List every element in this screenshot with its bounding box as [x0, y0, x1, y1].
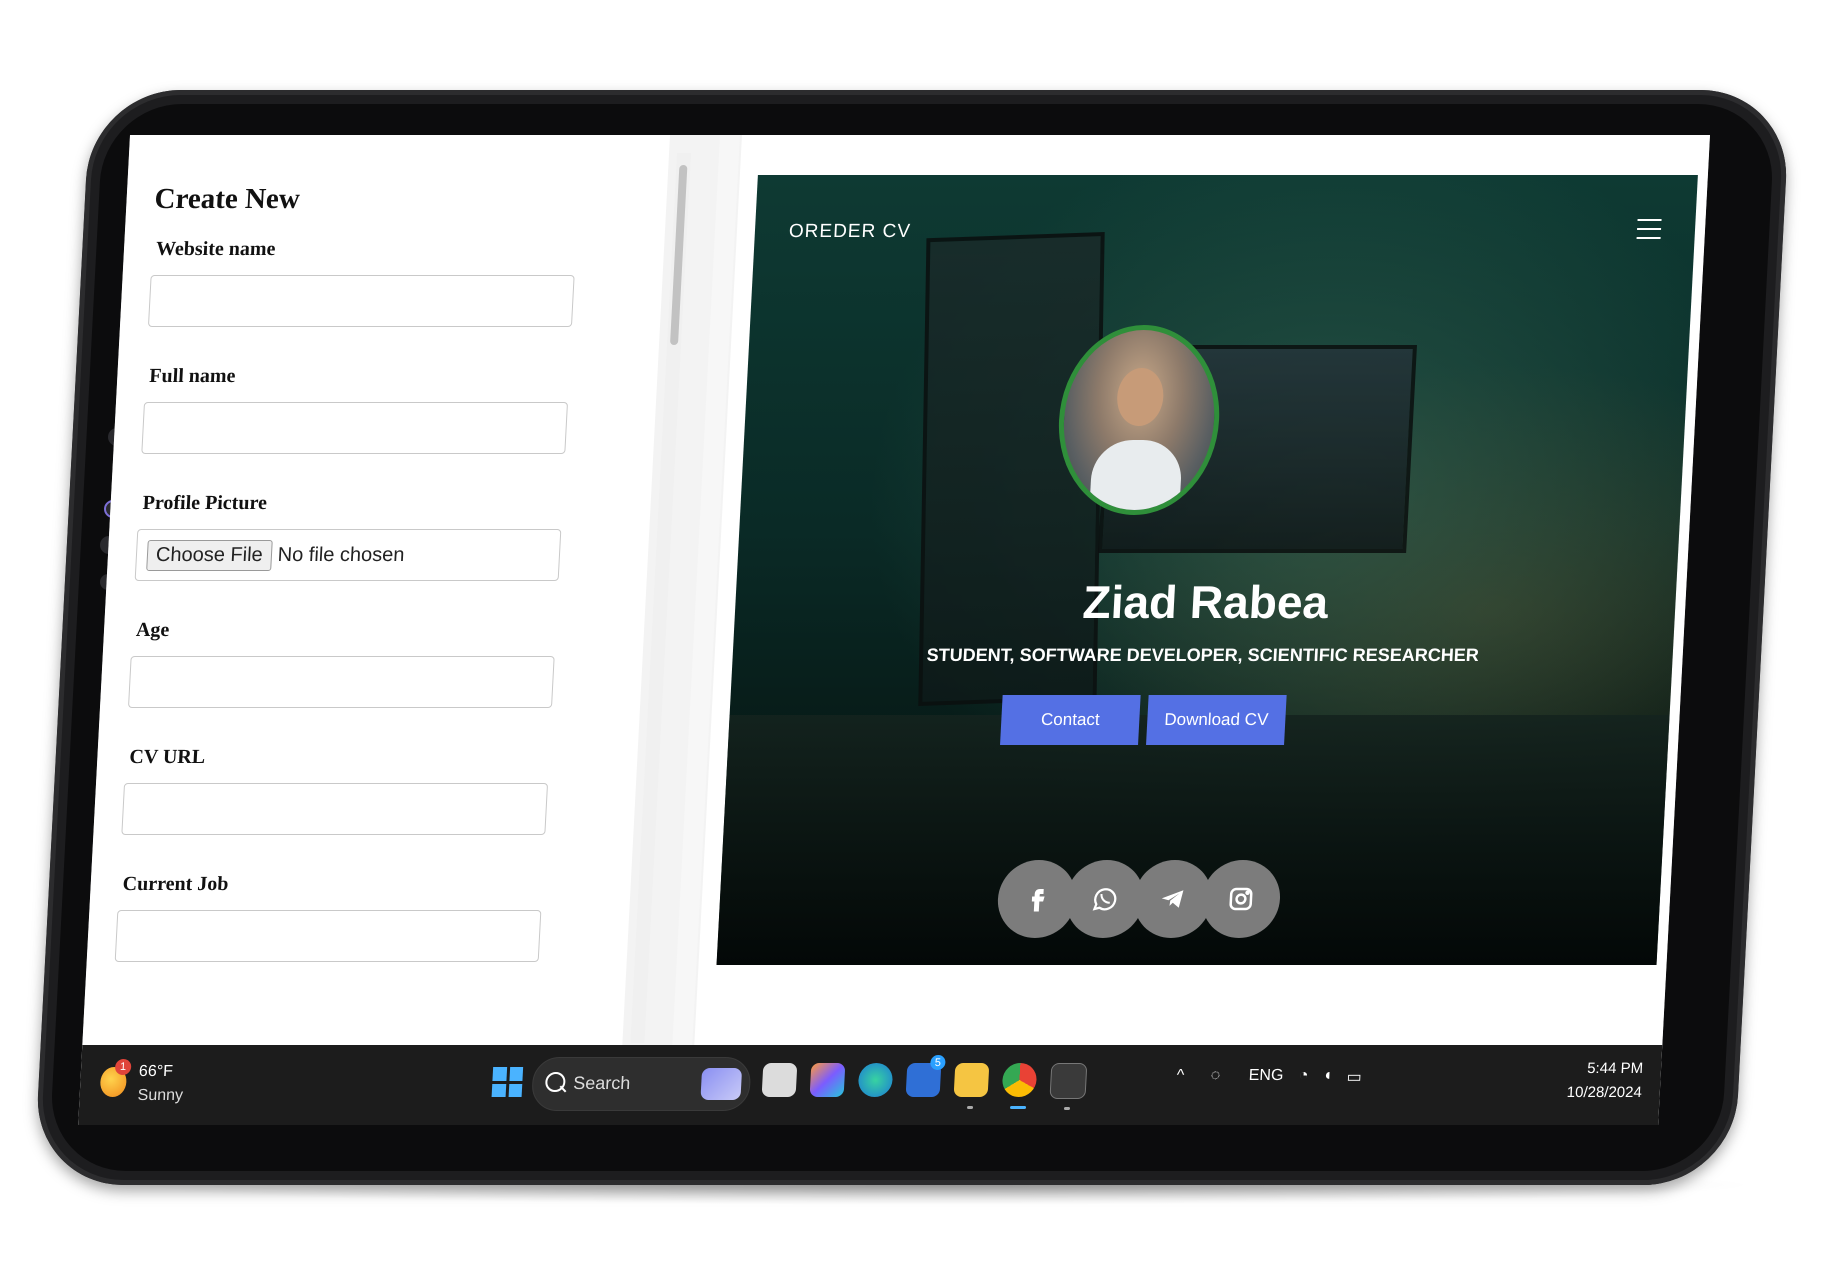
- edge-browser-icon[interactable]: [857, 1063, 894, 1097]
- current-job-label: Current Job: [122, 873, 230, 895]
- avatar-face: [1115, 368, 1165, 426]
- copilot-icon[interactable]: [809, 1063, 846, 1097]
- windows-start-icon[interactable]: [491, 1067, 524, 1097]
- profile-picture-input: Choose File No file chosen: [134, 529, 562, 581]
- chrome-browser-icon[interactable]: [1001, 1063, 1038, 1109]
- taskbar: 1 66°F Sunny Search 5 ^ ◌ ENG ◔ ◖ ▭ 5:44…: [78, 1045, 1663, 1125]
- tablet-screen: Create New Website name Full name Profil…: [78, 135, 1710, 1125]
- choose-file-button[interactable]: Choose File: [146, 539, 273, 571]
- hero-section: OREDER CV Ziad Rabea STUDENT, SOFTWARE D…: [716, 175, 1698, 965]
- avatar-coat: [1088, 440, 1184, 515]
- wifi-icon[interactable]: ◔: [1298, 1067, 1309, 1085]
- taskbar-search[interactable]: Search: [530, 1057, 752, 1111]
- website-name-input[interactable]: [147, 275, 575, 327]
- search-highlight-icon: [700, 1068, 743, 1100]
- download-cv-button[interactable]: Download CV: [1146, 695, 1287, 745]
- contact-button[interactable]: Contact: [1000, 695, 1141, 745]
- vscode-icon[interactable]: 5: [905, 1055, 946, 1097]
- scrollbar-thumb[interactable]: [669, 165, 688, 345]
- weather-badge: 1: [114, 1059, 132, 1075]
- age-label: Age: [135, 619, 170, 641]
- battery-icon[interactable]: ▭: [1346, 1067, 1362, 1087]
- terminal-icon[interactable]: [1049, 1063, 1088, 1110]
- speaker-icon[interactable]: ◖: [1322, 1067, 1333, 1085]
- profile-name: Ziad Rabea: [1081, 576, 1330, 628]
- hamburger-menu-icon[interactable]: [1636, 219, 1662, 241]
- search-label: Search: [572, 1073, 631, 1093]
- website-name-label: Website name: [155, 238, 277, 260]
- create-form-panel: Create New Website name Full name Profil…: [82, 135, 671, 1045]
- brand-logo[interactable]: OREDER CV: [788, 221, 911, 243]
- file-explorer-icon[interactable]: [953, 1063, 990, 1109]
- full-name-input[interactable]: [141, 402, 569, 454]
- task-view-icon[interactable]: [761, 1063, 798, 1097]
- language-indicator[interactable]: ENG: [1248, 1067, 1284, 1085]
- form-title: Create New: [153, 183, 301, 215]
- file-status-text: No file chosen: [277, 543, 406, 566]
- chevron-up-icon[interactable]: ^: [1176, 1067, 1184, 1085]
- weather-temperature: 66°F: [138, 1063, 174, 1080]
- age-input[interactable]: [127, 656, 555, 708]
- system-clock[interactable]: 5:44 PM 10/28/2024: [1566, 1057, 1644, 1105]
- full-name-label: Full name: [148, 365, 237, 387]
- clock-time: 5:44 PM: [1586, 1060, 1644, 1077]
- notification-badge: 5: [929, 1055, 946, 1070]
- profile-picture-label: Profile Picture: [142, 492, 268, 514]
- clock-date: 10/28/2024: [1566, 1084, 1643, 1101]
- create-form: Create New Website name Full name Profil…: [113, 183, 616, 1000]
- weather-widget[interactable]: 1 66°F Sunny: [99, 1059, 232, 1111]
- cv-preview-panel: OREDER CV Ziad Rabea STUDENT, SOFTWARE D…: [694, 135, 1710, 1045]
- search-icon: [544, 1072, 566, 1092]
- cloud-off-icon[interactable]: ◌: [1210, 1067, 1220, 1085]
- weather-condition: Sunny: [137, 1087, 184, 1104]
- profile-subtitle: STUDENT, SOFTWARE DEVELOPER, SCIENTIFIC …: [926, 645, 1480, 665]
- cv-url-input[interactable]: [121, 783, 549, 835]
- cv-url-label: CV URL: [128, 746, 206, 768]
- current-job-input[interactable]: [114, 910, 542, 962]
